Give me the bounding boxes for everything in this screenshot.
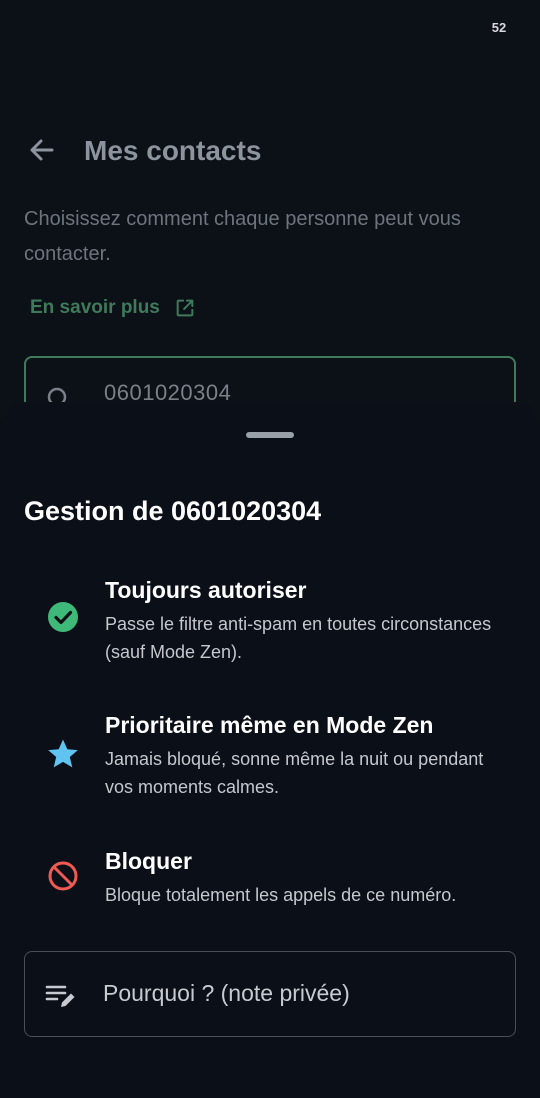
star-icon (48, 739, 78, 768)
page-subtitle: Choisissez comment chaque personne peut … (24, 208, 461, 265)
note-placeholder: Pourquoi ? (note privée) (103, 980, 350, 1006)
option-always-allow[interactable]: Toujours autoriser Passe le filtre anti-… (0, 574, 540, 684)
check-circle-icon (48, 602, 78, 632)
option-description: Bloque totalement les appels de ce numér… (105, 885, 457, 905)
screen: 52 Mes contacts Choisissez comment chaqu… (0, 0, 540, 1098)
option-description: Jamais bloqué, sonne même la nuit ou pen… (105, 749, 484, 797)
status-bar: 52 (0, 0, 540, 56)
external-link-icon (176, 299, 194, 317)
sheet-title: Gestion de 0601020304 (24, 496, 322, 526)
learn-more-link[interactable]: En savoir plus (30, 293, 196, 323)
status-badge: 52 (491, 20, 507, 35)
private-note-field[interactable]: Pourquoi ? (note privée) (24, 951, 516, 1037)
option-title: Toujours autoriser (105, 577, 307, 603)
option-block[interactable]: Bloquer Bloque totalement les appels de … (0, 845, 540, 955)
bottom-sheet: Gestion de 0601020304 Toujours autoriser… (0, 402, 540, 1098)
arrow-left-icon (30, 139, 54, 161)
learn-more-label: En savoir plus (30, 297, 160, 318)
drag-handle[interactable] (246, 432, 294, 438)
option-title: Prioritaire même en Mode Zen (105, 712, 434, 738)
option-priority-zen[interactable]: Prioritaire même en Mode Zen Jamais bloq… (0, 709, 540, 819)
page-title: Mes contacts (84, 135, 262, 166)
edit-note-icon (45, 985, 75, 1007)
option-description: Passe le filtre anti-spam en toutes circ… (105, 614, 492, 662)
back-button[interactable] (22, 130, 62, 170)
option-title: Bloquer (105, 848, 192, 874)
block-icon (48, 861, 78, 891)
